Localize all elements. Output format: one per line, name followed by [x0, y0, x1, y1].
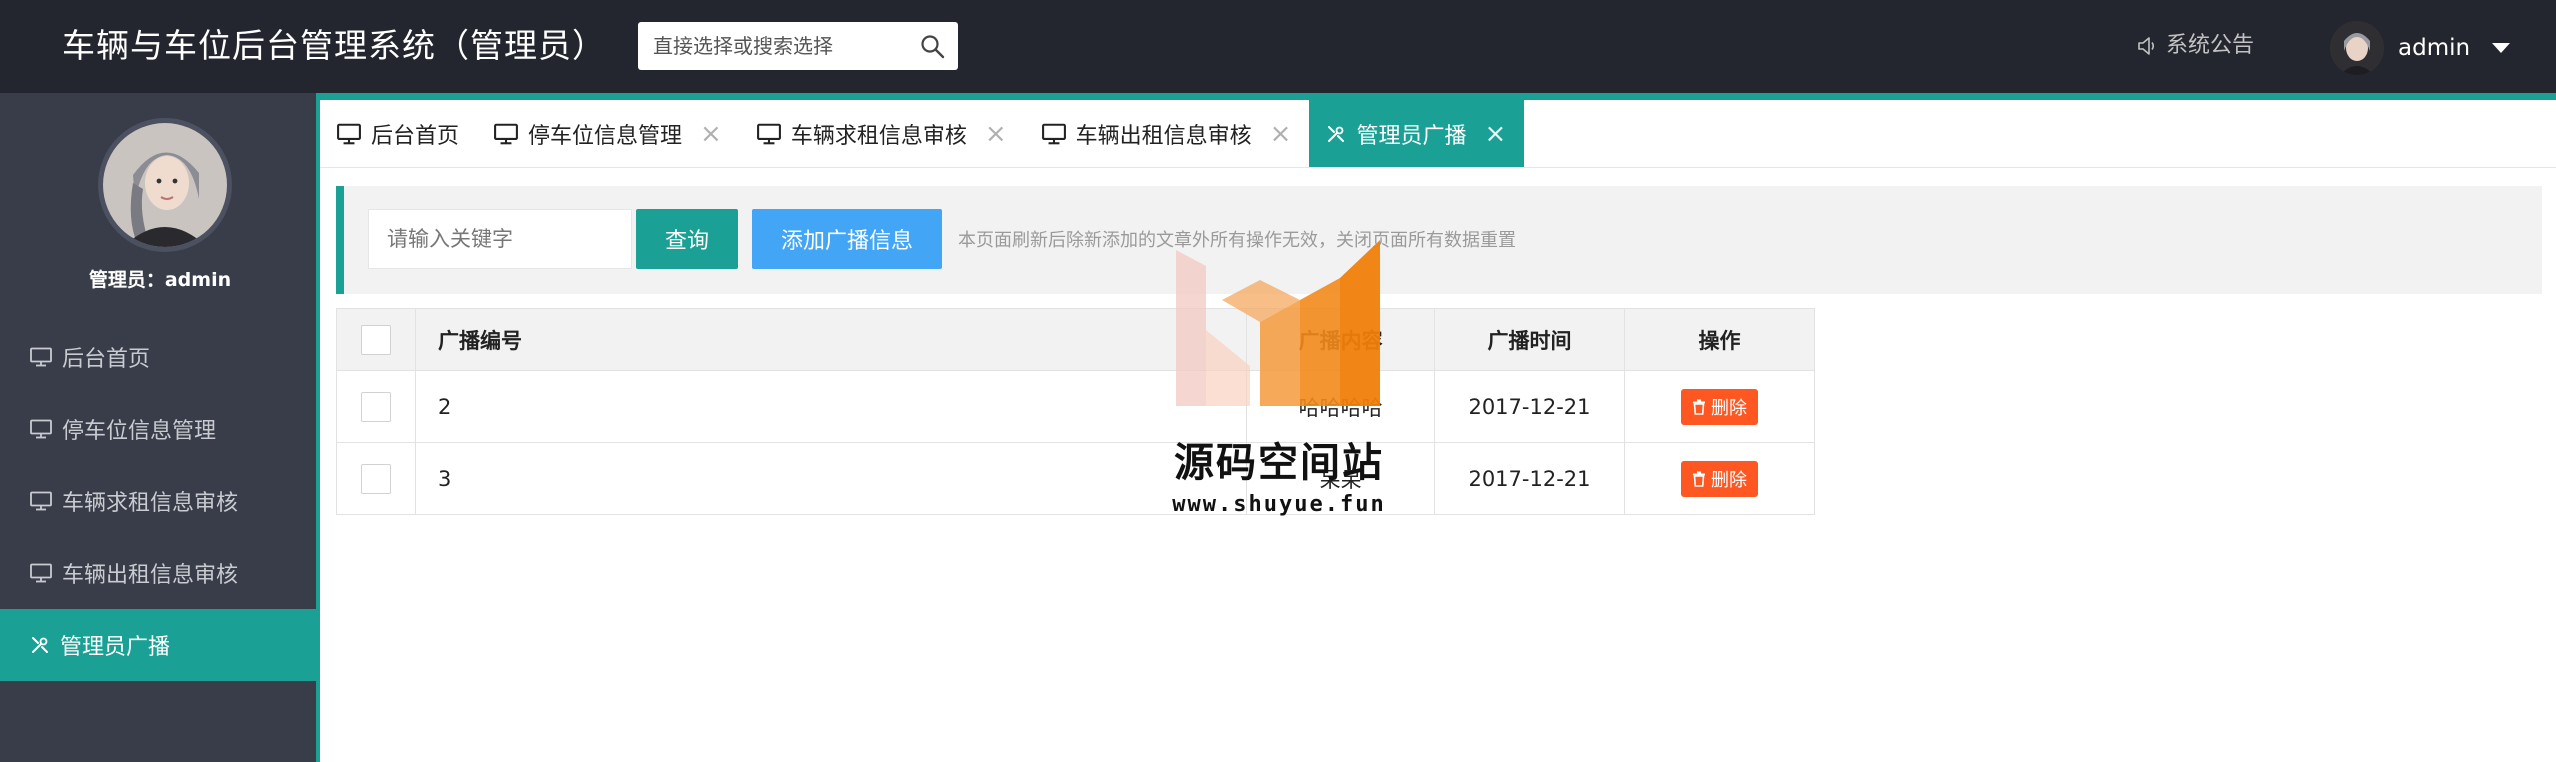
- monitor-icon: [30, 491, 52, 511]
- row-select-cell: [335, 370, 417, 443]
- search-icon[interactable]: [920, 34, 946, 60]
- user-avatar: [2330, 21, 2384, 75]
- menu-search-input[interactable]: [638, 22, 908, 70]
- sidebar-item-label: 后台首页: [62, 347, 151, 372]
- sidebar-item-home[interactable]: 后台首页: [0, 321, 316, 393]
- close-icon[interactable]: ×: [1270, 121, 1292, 147]
- delete-button[interactable]: 删除: [1681, 460, 1758, 497]
- close-icon[interactable]: ×: [700, 121, 722, 147]
- row-actions: 删除: [1624, 370, 1815, 443]
- monitor-icon: [30, 347, 52, 367]
- tab-label: 停车位信息管理: [528, 123, 683, 149]
- chevron-down-icon: [2492, 43, 2511, 53]
- page-tip-text: 本页面刷新后除新添加的文章外所有操作无效，关闭页面所有数据重置: [958, 230, 1516, 251]
- notice-label: 系统公告: [2166, 33, 2255, 58]
- broadcast-table: 广播编号 广播内容 广播时间 操作 2 哈哈哈哈 2017-12-21 删除 3…: [335, 308, 1815, 515]
- sidebar: 管理员：admin 后台首页 停车位信息管理 车辆求租信息审核 车辆出租信息审核…: [0, 93, 320, 762]
- top-header: 车辆与车位后台管理系统（管理员） 系统公告 admin: [0, 0, 2556, 100]
- keyword-input[interactable]: [368, 209, 632, 269]
- tab-home[interactable]: 后台首页: [320, 100, 477, 167]
- column-header-actions: 操作: [1624, 308, 1815, 371]
- sidebar-item-label: 车辆求租信息审核: [62, 491, 239, 516]
- tab-admin-broadcast[interactable]: 管理员广播 ×: [1309, 100, 1525, 167]
- menu-search-box[interactable]: [638, 22, 958, 70]
- sidebar-accent-edge: [316, 93, 320, 762]
- monitor-icon: [30, 563, 52, 583]
- tab-parking[interactable]: 停车位信息管理 ×: [477, 100, 740, 167]
- column-header-time: 广播时间: [1433, 308, 1626, 371]
- monitor-icon: [337, 123, 361, 144]
- delete-button[interactable]: 删除: [1681, 388, 1758, 425]
- sidebar-item-rent-request-review[interactable]: 车辆求租信息审核: [0, 465, 316, 537]
- monitor-icon: [1041, 123, 1066, 144]
- admin-avatar: [98, 118, 232, 252]
- monitor-icon: [756, 123, 781, 144]
- broadcast-time: 2017-12-21: [1433, 442, 1626, 515]
- monitor-icon: [30, 419, 52, 439]
- select-all-cell: [335, 308, 417, 371]
- trash-icon: [1693, 399, 1705, 415]
- sidebar-item-admin-broadcast[interactable]: 管理员广播: [0, 609, 316, 681]
- header-accent-line: [320, 93, 2556, 100]
- row-select-cell: [335, 442, 417, 515]
- tab-rent-request-review[interactable]: 车辆求租信息审核 ×: [740, 100, 1025, 167]
- speaker-icon: [2138, 37, 2155, 55]
- monitor-icon: [494, 123, 518, 144]
- watermark-title: 源码空间站: [1174, 440, 1384, 486]
- watermark-url: www.shuyue.fun: [1172, 492, 1386, 517]
- row-actions: 删除: [1624, 442, 1815, 515]
- system-notice-link[interactable]: 系统公告: [2136, 22, 2254, 70]
- column-header-id: 广播编号: [415, 308, 1248, 371]
- tab-bar: 后台首页 停车位信息管理 × 车辆求租信息审核 × 车辆出租信息审核 × 管理员…: [320, 100, 2556, 168]
- table-row: 3 呆呆 2017-12-21 删除: [335, 442, 1815, 515]
- tab-label: 车辆出租信息审核: [1075, 123, 1252, 149]
- sidebar-item-parking[interactable]: 停车位信息管理: [0, 393, 316, 465]
- delete-label: 删除: [1711, 397, 1747, 419]
- row-checkbox[interactable]: [361, 391, 391, 422]
- close-icon[interactable]: ×: [985, 121, 1007, 147]
- app-title: 车辆与车位后台管理系统（管理员）: [62, 26, 606, 65]
- delete-label: 删除: [1711, 469, 1747, 491]
- admin-name-label: 管理员：admin: [88, 269, 232, 291]
- broadcast-time: 2017-12-21: [1433, 370, 1626, 443]
- user-menu[interactable]: admin: [2330, 20, 2511, 76]
- search-toolbar: 查询 添加广播信息 本页面刷新后除新添加的文章外所有操作无效，关闭页面所有数据重…: [336, 186, 2542, 294]
- add-broadcast-button[interactable]: 添加广播信息: [752, 209, 942, 269]
- table-row: 2 哈哈哈哈 2017-12-21 删除: [335, 370, 1815, 443]
- close-icon[interactable]: ×: [1484, 121, 1506, 147]
- row-checkbox[interactable]: [361, 463, 391, 494]
- column-header-content: 广播内容: [1246, 308, 1435, 371]
- select-all-checkbox[interactable]: [361, 324, 391, 355]
- sidebar-item-label: 停车位信息管理: [62, 419, 217, 444]
- table-header-row: 广播编号 广播内容 广播时间 操作: [335, 308, 1815, 371]
- tab-rent-out-review[interactable]: 车辆出租信息审核 ×: [1025, 100, 1310, 167]
- sidebar-item-rent-out-review[interactable]: 车辆出租信息审核: [0, 537, 316, 609]
- trash-icon: [1693, 471, 1705, 487]
- sidebar-item-label: 车辆出租信息审核: [62, 563, 239, 588]
- broadcast-id: 2: [415, 370, 1248, 443]
- query-button[interactable]: 查询: [636, 209, 738, 269]
- broadcast-id: 3: [415, 442, 1248, 515]
- tab-label: 管理员广播: [1356, 123, 1467, 149]
- sidebar-item-label: 管理员广播: [60, 635, 171, 660]
- tab-label: 车辆求租信息审核: [790, 123, 967, 149]
- tools-icon: [32, 637, 48, 653]
- tools-icon: [1328, 125, 1345, 142]
- username: admin: [2398, 35, 2471, 61]
- sidebar-nav: 后台首页 停车位信息管理 车辆求租信息审核 车辆出租信息审核 管理员广播: [0, 321, 316, 681]
- tab-label: 后台首页: [371, 123, 460, 149]
